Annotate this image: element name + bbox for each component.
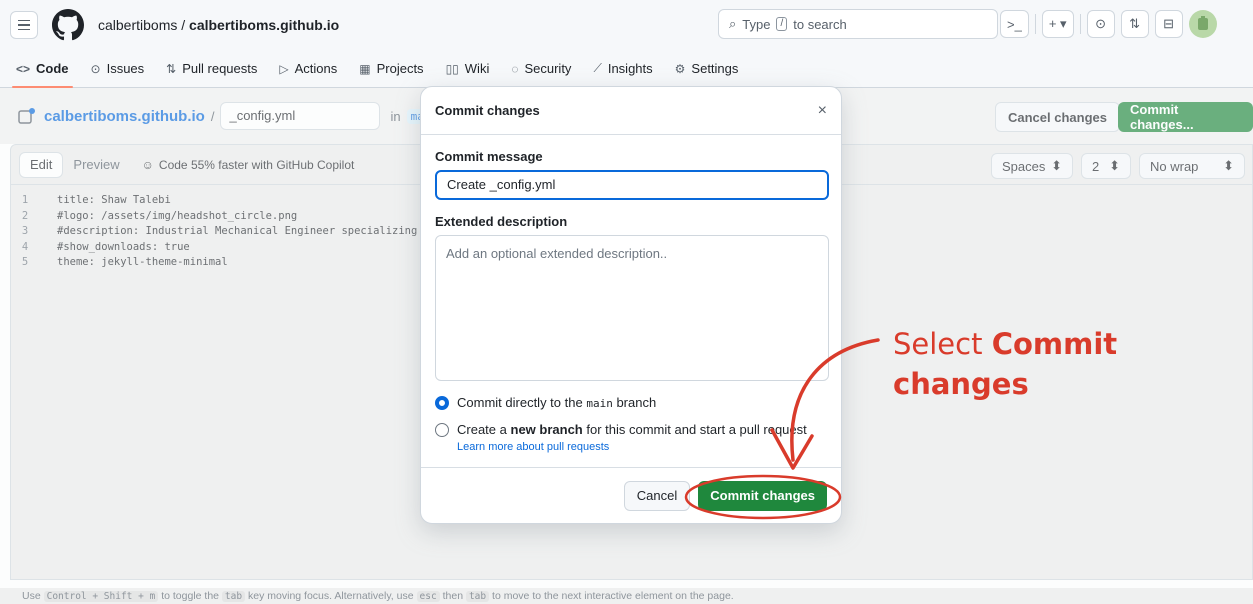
owner-link[interactable]: calbertiboms xyxy=(98,17,177,33)
terminal-icon: >_ xyxy=(1007,16,1022,32)
cancel-button[interactable]: Cancel xyxy=(623,480,691,511)
new-branch-option[interactable]: Create a new branch for this commit and … xyxy=(435,422,827,437)
menu-bar xyxy=(18,19,30,22)
radio-checked[interactable] xyxy=(435,395,449,410)
menu-bar xyxy=(18,24,30,26)
learn-more-link[interactable]: Learn more about pull requests xyxy=(457,441,827,453)
extended-description-label: Extended description xyxy=(435,214,568,229)
github-logo-icon[interactable] xyxy=(52,9,84,41)
plus-icon: + ▾ xyxy=(1048,16,1067,31)
avatar[interactable] xyxy=(1188,10,1217,38)
code-icon: <> xyxy=(16,61,31,76)
annotation-bold: Commit xyxy=(991,327,1118,361)
search-icon: ⌕ xyxy=(729,16,737,31)
branch-name: main xyxy=(586,397,613,410)
issue-icon: ⊙ xyxy=(1095,16,1107,31)
menu-bar xyxy=(18,28,30,31)
option-text-pre: Create a xyxy=(457,422,507,437)
close-icon[interactable]: × xyxy=(818,102,827,120)
option-text-post: for this commit and start a pull request xyxy=(586,422,807,437)
option-text: Commit directly to the main branch xyxy=(457,395,656,410)
commit-message-label: Commit message xyxy=(435,149,543,164)
pull-request-icon: ⇅ xyxy=(166,61,177,76)
tab-projects[interactable]: ▦ Projects xyxy=(359,50,423,88)
issue-icon: ⊙ xyxy=(90,61,101,76)
graph-icon: ⟋ xyxy=(593,61,602,75)
tab-label: Projects xyxy=(376,61,424,76)
shield-icon: ◌ xyxy=(511,61,519,76)
commit-changes-confirm-button[interactable]: Commit changes xyxy=(698,480,827,511)
tab-wiki[interactable]: ▯▯ Wiki xyxy=(446,50,490,88)
repo-link[interactable]: calbertiboms.github.io xyxy=(189,17,339,33)
radio-unchecked[interactable] xyxy=(435,422,449,437)
command-palette-button[interactable]: >_ xyxy=(1000,10,1029,38)
commit-direct-option[interactable]: Commit directly to the main branch xyxy=(435,395,827,410)
tab-issues[interactable]: ⊙ Issues xyxy=(91,50,145,88)
pull-requests-button[interactable]: ⇅ xyxy=(1120,10,1149,38)
tab-label: Code xyxy=(36,61,69,76)
book-icon: ▯▯ xyxy=(445,61,459,76)
inbox-button[interactable]: ⊟ xyxy=(1154,10,1183,38)
search-input[interactable]: ⌕ Type / to search xyxy=(718,9,998,39)
repo-nav: <> Code ⊙ Issues ⇅ Pull requests ▷ Actions ▦… xyxy=(0,50,1253,88)
tab-label: Actions xyxy=(294,61,338,76)
annotation-text: Select Commit changes xyxy=(893,324,1117,404)
tab-settings[interactable]: ⚙ Settings xyxy=(675,50,739,88)
tab-label: Issues xyxy=(106,61,145,76)
commit-dialog: Commit changes × Commit message Create _… xyxy=(420,86,842,524)
tab-pull-requests[interactable]: ⇅ Pull requests xyxy=(166,50,257,88)
tab-code[interactable]: <> Code xyxy=(12,50,72,88)
menu-button[interactable] xyxy=(10,11,38,39)
search-key: / xyxy=(776,17,788,31)
tab-label: Security xyxy=(524,61,572,76)
dialog-footer: Cancel Commit changes xyxy=(421,467,841,523)
tab-label: Insights xyxy=(607,61,653,76)
commit-message-input[interactable]: Create _config.yml xyxy=(435,170,829,200)
option-text: Create a new branch for this commit and … xyxy=(457,422,807,437)
search-suffix: to search xyxy=(793,16,847,32)
dialog-title: Commit changes xyxy=(435,103,540,118)
tab-label: Settings xyxy=(691,61,739,76)
dialog-header: Commit changes × xyxy=(421,87,841,135)
annotation-line1: Select xyxy=(893,327,992,361)
tab-label: Pull requests xyxy=(182,61,258,76)
divider xyxy=(1034,14,1036,34)
tab-security[interactable]: ◌ Security xyxy=(511,50,571,88)
extended-description-textarea[interactable]: Add an optional extended description.. xyxy=(435,235,829,381)
pull-request-icon: ⇅ xyxy=(1129,16,1141,31)
tab-label: Wiki xyxy=(464,61,490,76)
tab-insights[interactable]: ⟋ Insights xyxy=(593,50,652,88)
option-text-post: branch xyxy=(616,395,657,410)
dialog-body: Commit message Create _config.yml Extend… xyxy=(421,135,841,453)
top-actions: >_ + ▾ ⊙ ⇅ ⊟ xyxy=(1000,10,1217,38)
inbox-icon: ⊟ xyxy=(1163,16,1175,31)
play-icon: ▷ xyxy=(279,61,289,76)
gear-icon: ⚙ xyxy=(674,61,686,76)
issues-button[interactable]: ⊙ xyxy=(1086,10,1115,38)
annotation-bold: changes xyxy=(893,367,1029,401)
breadcrumb-separator: / xyxy=(177,17,190,33)
create-new-button[interactable]: + ▾ xyxy=(1041,10,1074,38)
divider xyxy=(1079,14,1081,34)
tab-actions[interactable]: ▷ Actions xyxy=(279,50,337,88)
table-icon: ▦ xyxy=(359,61,371,76)
breadcrumb: calbertiboms / calbertiboms.github.io xyxy=(98,17,339,33)
option-text-bold: new branch xyxy=(510,422,583,437)
search-placeholder: Type xyxy=(742,16,771,32)
top-header: calbertiboms / calbertiboms.github.io ⌕ … xyxy=(0,0,1253,50)
avatar-icon xyxy=(1197,16,1208,30)
option-text-pre: Commit directly to the xyxy=(457,395,583,410)
